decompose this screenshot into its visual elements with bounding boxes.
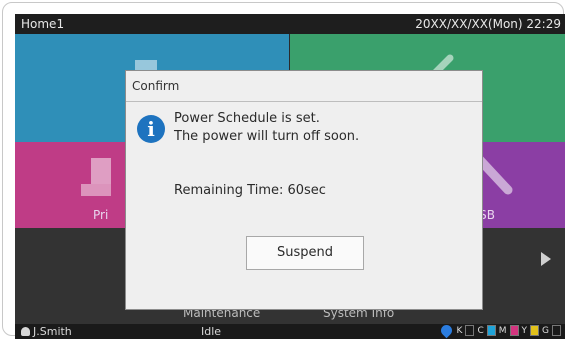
user-icon [21, 327, 30, 336]
toner-label: C [477, 325, 484, 336]
toner-label: Y [521, 325, 528, 336]
dialog-title-bar: Confirm [126, 71, 482, 102]
toner-bar [552, 325, 561, 336]
confirm-dialog: Confirm i Power Schedule is set. The pow… [125, 70, 483, 310]
toner-label: G [542, 325, 549, 336]
next-page-arrow-icon[interactable] [541, 252, 551, 266]
remaining-time: Remaining Time: 60sec [174, 183, 326, 198]
top-bar: Home1 20XX/XX/XX(Mon) 22:29 [15, 14, 565, 34]
info-icon: i [137, 115, 165, 143]
status-bar: J.Smith Idle K C M Y G [15, 322, 565, 339]
tile-print-label: Pri [93, 208, 109, 222]
suspend-button[interactable]: Suspend [246, 236, 364, 270]
dialog-title: Confirm [132, 79, 180, 93]
user-area[interactable]: J.Smith [21, 325, 72, 338]
dialog-message-line2: The power will turn off soon. [174, 129, 360, 144]
machine-state: Idle [201, 325, 222, 338]
toner-bar [530, 325, 540, 336]
user-name: J.Smith [33, 325, 72, 338]
date-time: 20XX/XX/XX(Mon) 22:29 [415, 17, 561, 31]
toner-bar [465, 325, 475, 336]
toner-bar [509, 325, 519, 336]
printer-icon [81, 158, 111, 202]
panel-screen: Home1 20XX/XX/XX(Mon) 22:29 Pri SB Maint… [15, 14, 565, 339]
toner-levels[interactable]: K C M Y G [438, 322, 561, 339]
toner-label: M [498, 325, 507, 336]
page-title: Home1 [21, 17, 65, 31]
toner-bar [486, 325, 496, 336]
toner-label: K [456, 325, 463, 336]
ink-drop-icon [438, 322, 454, 339]
dialog-message-line1: Power Schedule is set. [174, 111, 320, 126]
